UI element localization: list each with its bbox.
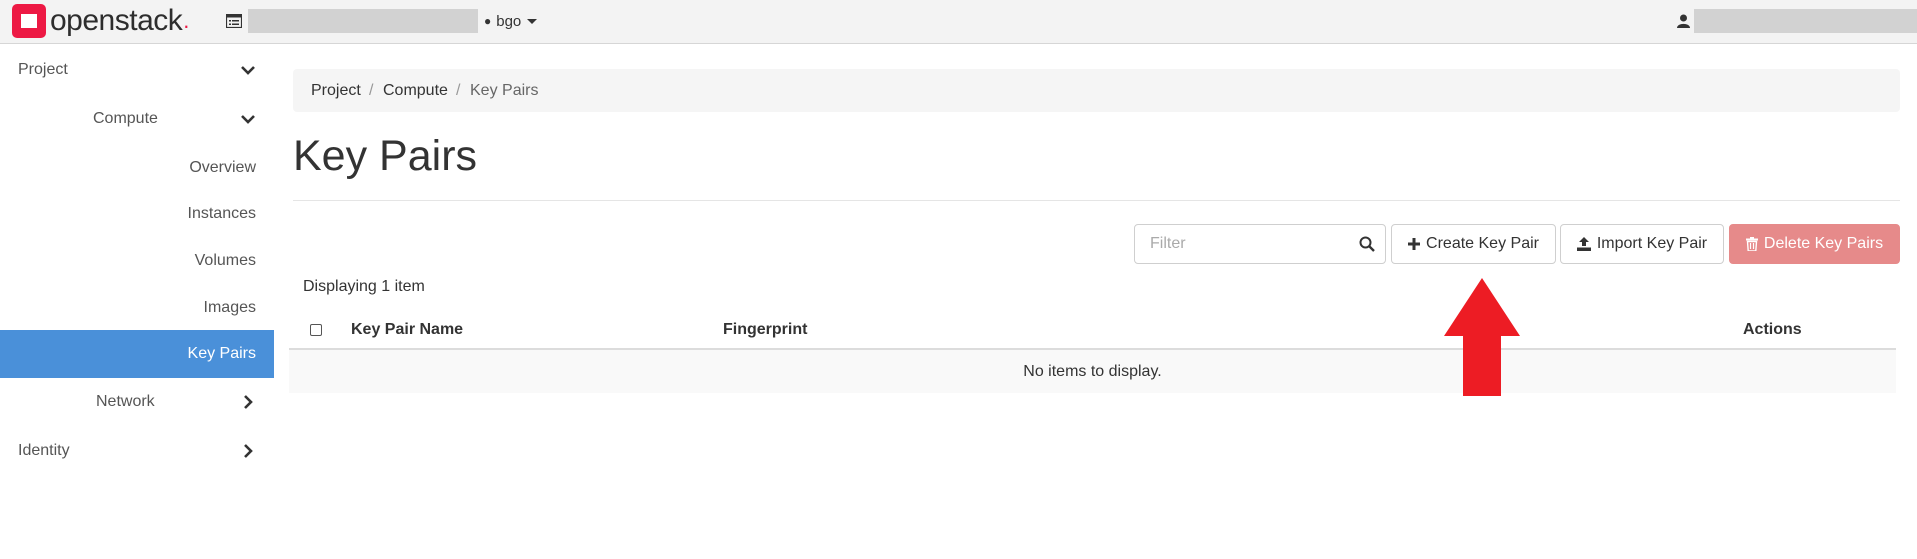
filter-input[interactable] <box>1135 225 1360 263</box>
import-key-pair-button[interactable]: Import Key Pair <box>1560 224 1724 264</box>
delete-key-pairs-button[interactable]: Delete Key Pairs <box>1729 224 1900 264</box>
logo-dot: . <box>183 8 190 33</box>
breadcrumb-item-compute[interactable]: Compute <box>383 69 448 112</box>
chevron-right-icon <box>244 444 253 458</box>
create-key-pair-button[interactable]: Create Key Pair <box>1391 224 1556 264</box>
upload-icon <box>1576 237 1591 251</box>
sidebar-item-project[interactable]: Project <box>0 46 274 94</box>
annotation-arrow-up-icon <box>1444 278 1520 396</box>
project-list-icon <box>226 14 242 28</box>
sidebar: Project Compute Overview Instances Volum… <box>0 44 274 559</box>
import-key-pair-label: Import Key Pair <box>1596 235 1708 252</box>
trash-icon <box>1745 237 1758 251</box>
empty-table-message: No items to display. <box>1023 363 1162 380</box>
bullet-separator: ● <box>484 14 492 28</box>
sidebar-item-key-pairs[interactable]: Key Pairs <box>0 330 274 378</box>
user-menu[interactable] <box>1677 8 1917 34</box>
project-name: bgo <box>496 12 522 30</box>
sidebar-item-label: Images <box>203 299 256 316</box>
sidebar-item-label: Volumes <box>194 252 256 269</box>
top-navbar: openstack . ● bgo <box>0 0 1917 44</box>
breadcrumb-separator: / <box>369 82 374 99</box>
redacted-username <box>1694 9 1917 33</box>
sidebar-item-identity[interactable]: Identity <box>0 427 274 475</box>
column-header-fingerprint[interactable]: Fingerprint <box>723 312 807 348</box>
plus-icon <box>1408 238 1421 250</box>
column-header-actions: Actions <box>1743 321 1802 338</box>
sidebar-item-label: Identity <box>18 442 70 459</box>
sidebar-item-instances[interactable]: Instances <box>0 190 274 238</box>
column-header-key-pair-name[interactable]: Key Pair Name <box>351 312 463 348</box>
sidebar-item-label: Network <box>96 393 155 410</box>
project-switcher[interactable]: ● bgo <box>226 8 538 34</box>
user-icon <box>1677 14 1690 28</box>
page-title: Key Pairs <box>293 132 478 180</box>
sidebar-item-label: Key Pairs <box>187 345 256 362</box>
breadcrumb-item-project[interactable]: Project <box>311 69 361 112</box>
breadcrumb-item-current: Key Pairs <box>470 82 539 99</box>
filter-box <box>1134 224 1386 264</box>
title-divider <box>293 200 1900 201</box>
select-all-checkbox[interactable] <box>310 324 322 336</box>
key-pairs-table: Key Pair Name Fingerprint Actions No ite… <box>289 312 1896 393</box>
sidebar-item-label: Overview <box>189 159 256 176</box>
table-header: Key Pair Name Fingerprint Actions <box>289 312 1896 350</box>
chevron-down-icon <box>241 115 255 124</box>
sidebar-item-network[interactable]: Network <box>0 378 274 426</box>
table-row: No items to display. <box>289 350 1896 393</box>
chevron-right-icon <box>244 395 253 409</box>
sidebar-item-overview[interactable]: Overview <box>0 144 274 192</box>
breadcrumb-separator: / <box>456 82 461 99</box>
sidebar-item-images[interactable]: Images <box>0 284 274 332</box>
chevron-down-icon <box>241 66 255 75</box>
logo-wordmark: openstack <box>50 4 183 37</box>
search-icon[interactable] <box>1359 236 1375 252</box>
sidebar-item-volumes[interactable]: Volumes <box>0 237 274 285</box>
sidebar-item-label: Compute <box>93 110 158 127</box>
item-count-text: Displaying 1 item <box>303 278 425 295</box>
delete-key-pairs-label: Delete Key Pairs <box>1763 235 1884 252</box>
create-key-pair-label: Create Key Pair <box>1426 235 1539 252</box>
sidebar-item-label: Instances <box>187 205 256 222</box>
caret-down-icon <box>527 18 538 24</box>
openstack-logo-icon <box>12 4 46 38</box>
sidebar-item-label: Project <box>18 61 68 78</box>
redacted-domain <box>248 9 478 33</box>
sidebar-item-compute[interactable]: Compute <box>0 95 274 143</box>
breadcrumb: Project / Compute / Key Pairs <box>293 69 1900 112</box>
openstack-logo[interactable]: openstack . <box>12 4 189 38</box>
